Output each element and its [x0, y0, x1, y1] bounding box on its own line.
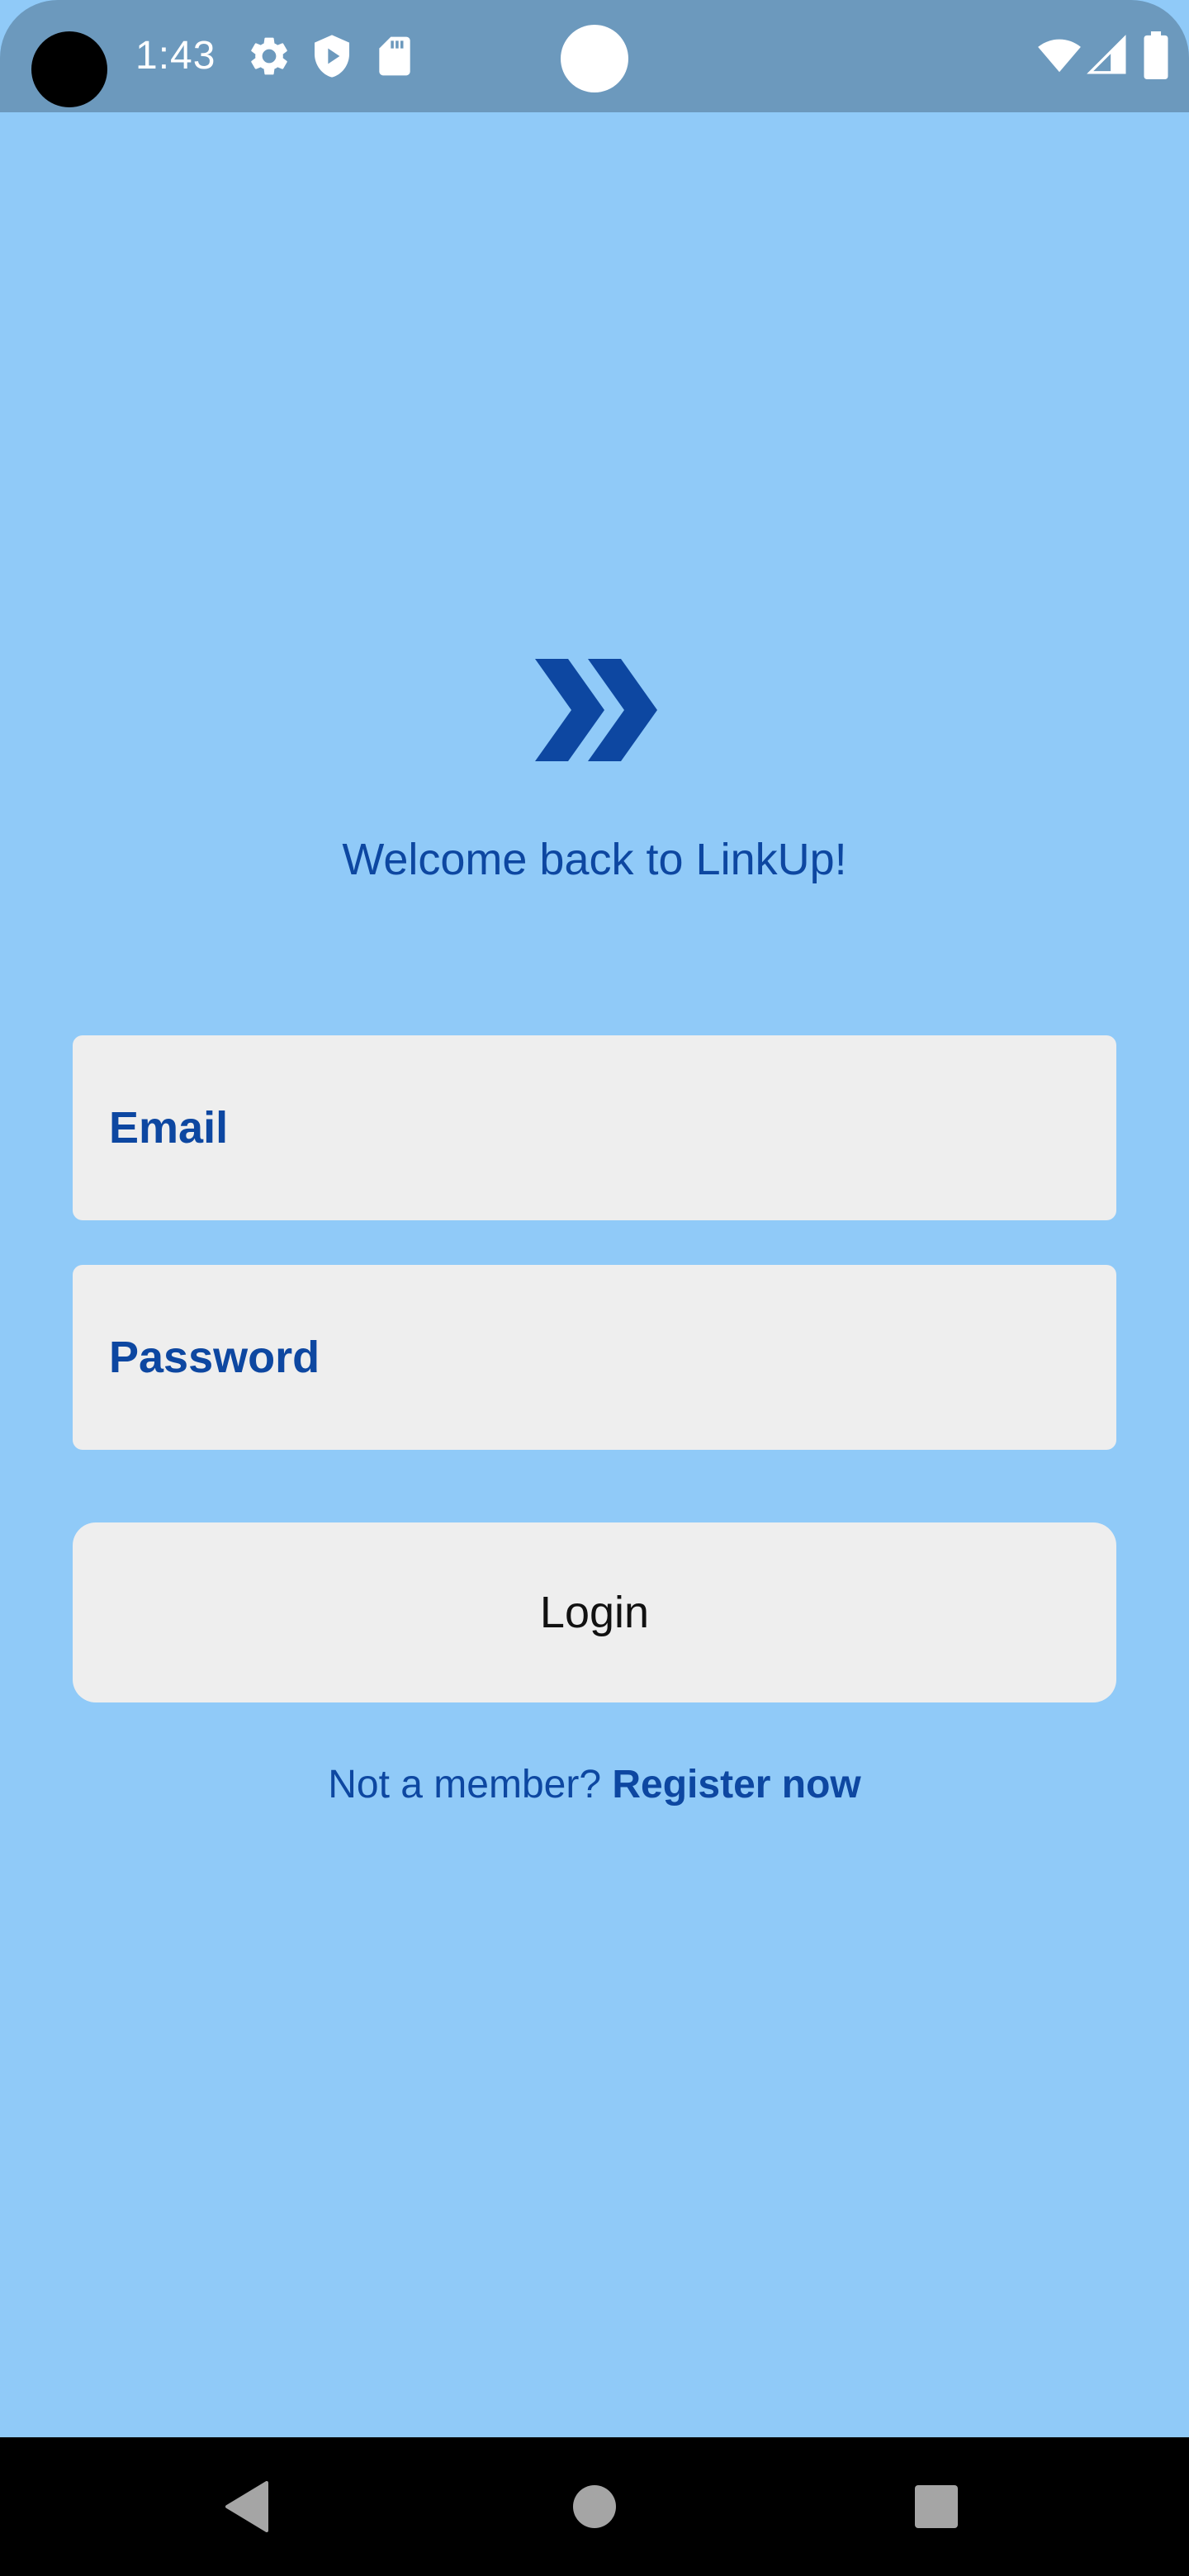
nav-recents-button[interactable]	[870, 2437, 1002, 2576]
double-chevron-right-icon	[535, 659, 657, 761]
navigation-bar	[0, 2437, 1189, 2576]
shield-play-icon	[315, 35, 349, 78]
register-row: Not a member? Register now	[0, 1754, 1189, 1816]
email-field-container	[73, 1035, 1116, 1220]
battery-icon	[1144, 31, 1168, 79]
gear-icon	[251, 37, 287, 75]
nav-back-button[interactable]	[182, 2437, 314, 2576]
back-triangle-icon	[225, 2481, 268, 2532]
status-bar: 1:43	[0, 0, 1189, 112]
home-circle-icon	[573, 2485, 616, 2528]
welcome-title: Welcome back to LinkUp!	[342, 835, 847, 884]
register-now-link[interactable]: Register now	[612, 1763, 860, 1807]
wifi-icon	[1038, 39, 1081, 73]
center-indicator	[561, 25, 628, 92]
password-field[interactable]	[73, 1265, 1116, 1450]
login-screen: 1:43 Welcome back to LinkUp! Email Login…	[0, 0, 1189, 2576]
login-button[interactable]: Login	[73, 1522, 1116, 1702]
status-time: 1:43	[135, 34, 216, 78]
nav-home-button[interactable]	[528, 2437, 661, 2576]
signal-icon	[1087, 35, 1126, 74]
password-field-container	[73, 1265, 1116, 1450]
email-field[interactable]	[73, 1035, 1116, 1220]
register-prompt: Not a member?	[328, 1763, 613, 1807]
sd-card-icon	[379, 36, 410, 76]
camera-cutout	[31, 31, 107, 107]
login-button-label: Login	[539, 1588, 650, 1637]
recents-square-icon	[915, 2485, 958, 2528]
